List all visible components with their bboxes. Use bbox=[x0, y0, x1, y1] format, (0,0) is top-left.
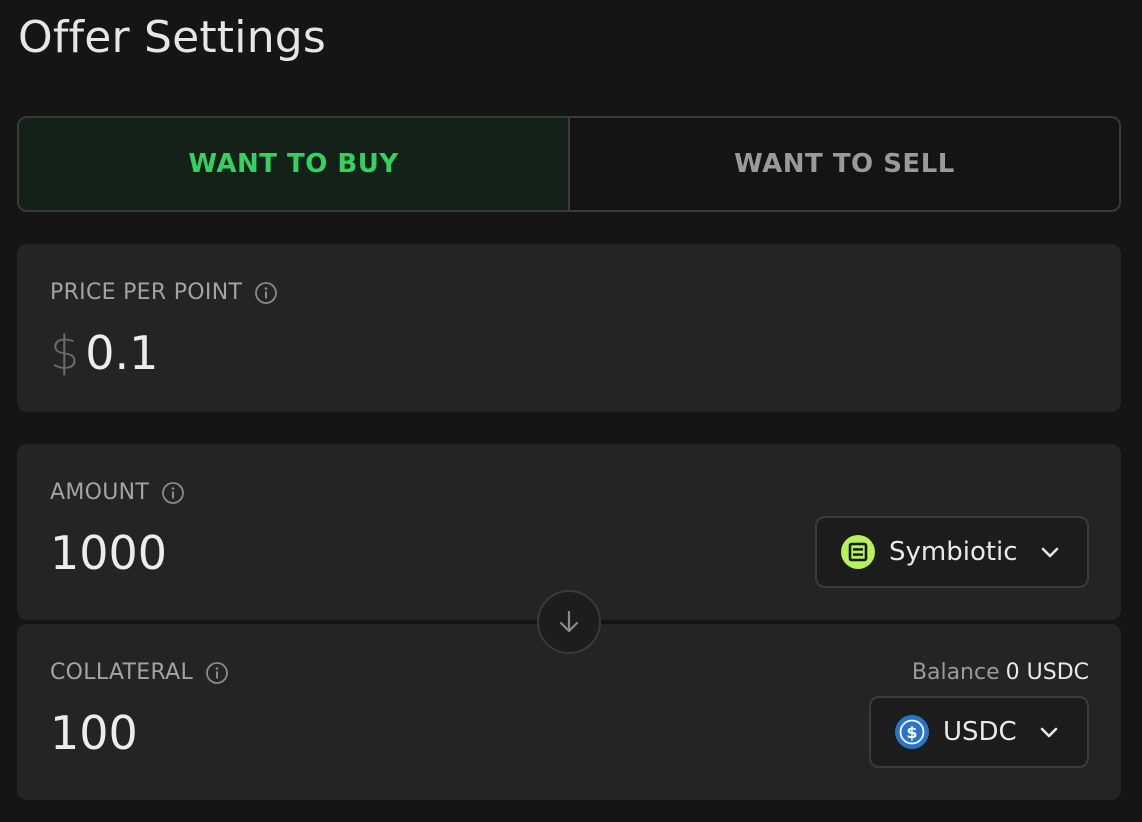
info-icon[interactable] bbox=[254, 281, 278, 305]
price-value: 0.1 bbox=[85, 326, 159, 380]
offer-type-toggle: WANT TO BUY WANT TO SELL bbox=[17, 116, 1121, 212]
amount-token-selector[interactable]: Symbiotic bbox=[815, 516, 1089, 588]
amount-input[interactable]: 1000 bbox=[50, 526, 167, 580]
page-title: Offer Settings bbox=[18, 12, 327, 63]
amount-label-row: AMOUNT bbox=[50, 480, 185, 505]
symbiotic-logo-icon bbox=[841, 535, 875, 569]
want-to-buy-tab[interactable]: WANT TO BUY bbox=[19, 118, 570, 210]
amount-token-name: Symbiotic bbox=[889, 537, 1018, 567]
usdc-logo-icon: $ bbox=[895, 715, 929, 749]
price-per-point-card: PRICE PER POINT $0.1 bbox=[17, 244, 1121, 412]
chevron-down-icon bbox=[1037, 720, 1061, 744]
info-icon[interactable] bbox=[205, 661, 229, 685]
dollar-sign: $ bbox=[50, 326, 80, 380]
price-per-point-input[interactable]: $0.1 bbox=[50, 326, 158, 380]
collateral-token-name: USDC bbox=[943, 717, 1017, 747]
swap-direction-button[interactable] bbox=[537, 590, 601, 654]
collateral-balance: Balance 0 USDC bbox=[912, 660, 1089, 685]
collateral-label-row: COLLATERAL bbox=[50, 660, 229, 685]
arrow-down-icon bbox=[559, 610, 579, 633]
info-icon[interactable] bbox=[161, 481, 185, 505]
svg-text:$: $ bbox=[906, 723, 917, 742]
balance-label: Balance bbox=[911, 660, 1000, 685]
collateral-label: COLLATERAL bbox=[50, 660, 194, 685]
collateral-input[interactable]: 100 bbox=[50, 706, 138, 760]
price-per-point-label-row: PRICE PER POINT bbox=[50, 280, 278, 305]
collateral-token-selector[interactable]: $ USDC bbox=[869, 696, 1089, 768]
want-to-sell-tab[interactable]: WANT TO SELL bbox=[570, 118, 1119, 210]
amount-label: AMOUNT bbox=[50, 480, 150, 505]
price-per-point-label: PRICE PER POINT bbox=[50, 280, 243, 305]
balance-value: 0 USDC bbox=[1005, 660, 1089, 685]
chevron-down-icon bbox=[1038, 540, 1062, 564]
